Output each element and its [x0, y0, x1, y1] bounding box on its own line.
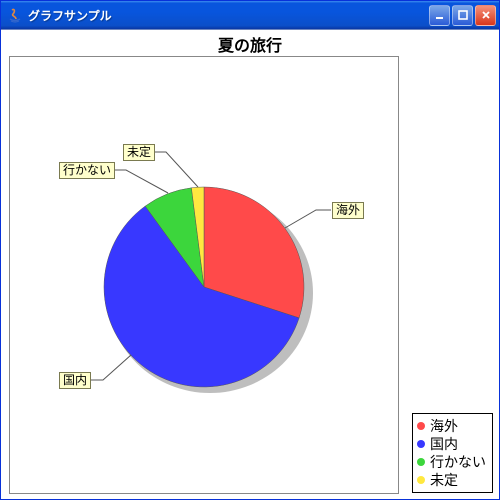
java-icon [7, 7, 23, 23]
close-button[interactable] [475, 5, 496, 26]
legend-label: 未定 [430, 471, 458, 489]
window-controls [429, 5, 496, 26]
legend-label: 海外 [430, 417, 458, 435]
legend-swatch-icon [417, 440, 425, 448]
callout-nogo: 行かない [59, 162, 115, 179]
callout-undecided: 未定 [123, 144, 155, 161]
legend-item: 国内 [417, 435, 486, 453]
legend-swatch-icon [417, 458, 425, 466]
legend: 海外 国内 行かない 未定 [412, 413, 493, 493]
minimize-button[interactable] [429, 5, 450, 26]
maximize-button[interactable] [452, 5, 473, 26]
window-title: グラフサンプル [28, 7, 429, 24]
app-window: グラフサンプル 夏の旅行 [0, 0, 500, 500]
legend-item: 未定 [417, 471, 486, 489]
legend-label: 行かない [430, 453, 486, 471]
callout-domestic: 国内 [59, 372, 91, 389]
legend-swatch-icon [417, 422, 425, 430]
titlebar[interactable]: グラフサンプル [1, 1, 499, 29]
legend-swatch-icon [417, 476, 425, 484]
chart-area: 夏の旅行 海外 国内 行かない 未定 [1, 29, 499, 499]
callout-overseas: 海外 [332, 202, 364, 219]
legend-label: 国内 [430, 435, 458, 453]
legend-item: 海外 [417, 417, 486, 435]
legend-item: 行かない [417, 453, 486, 471]
